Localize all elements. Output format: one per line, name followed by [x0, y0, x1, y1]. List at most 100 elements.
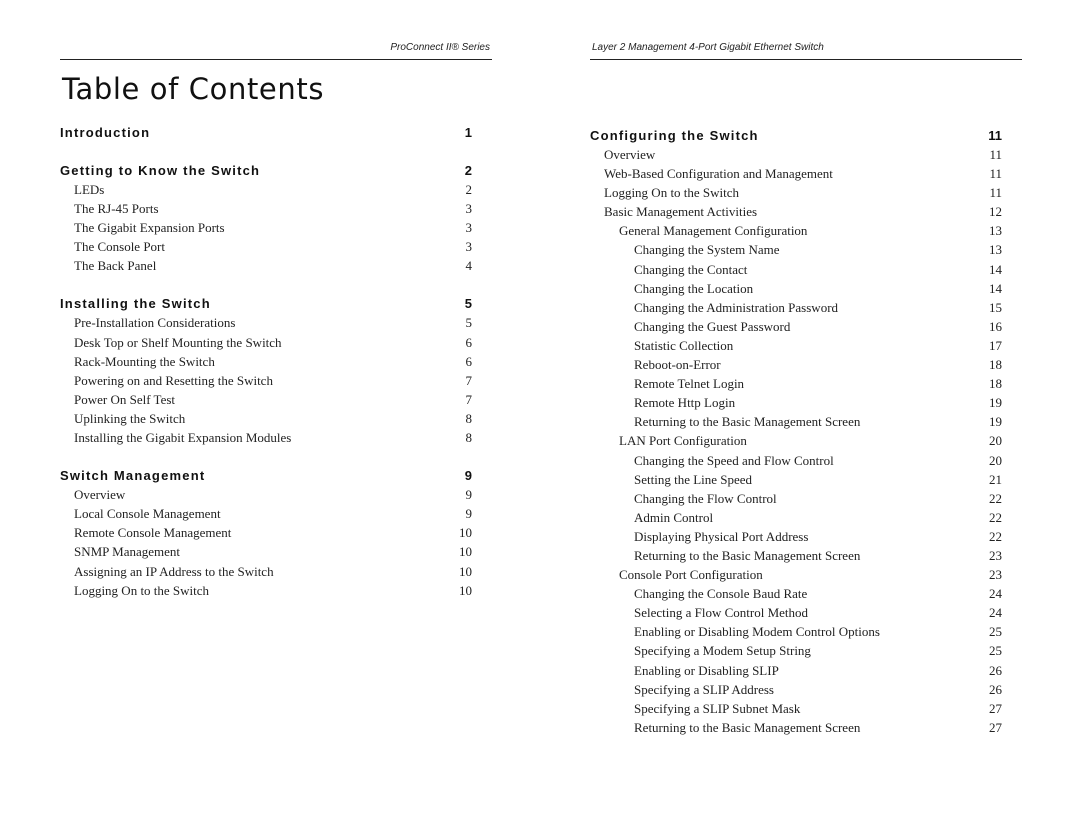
toc-entry[interactable]: Logging On to the Switch 10: [60, 583, 492, 602]
toc-entry-page-number: 16: [989, 318, 1002, 334]
toc-entry-label: Power On Self Test: [74, 391, 176, 407]
toc-entry[interactable]: The Gigabit Expansion Ports 3: [60, 220, 492, 239]
toc-entry[interactable]: Changing the Location 14: [590, 281, 1022, 300]
toc-entry[interactable]: Selecting a Flow Control Method 24: [590, 605, 1022, 624]
toc-entry-page-number: 27: [989, 719, 1002, 735]
toc-entry-page-number: 13: [989, 223, 1002, 239]
toc-entry[interactable]: Assigning an IP Address to the Switch 10: [60, 564, 492, 583]
toc-entry-label: Statistic Collection: [634, 337, 734, 353]
toc-section-title: Switch Management: [60, 468, 206, 484]
toc-entry[interactable]: Setting the Line Speed 21: [590, 472, 1022, 491]
toc-entry[interactable]: The Console Port 3: [60, 239, 492, 258]
toc-entry-label: Changing the Speed and Flow Control: [634, 452, 834, 468]
toc-entry-label: Reboot-on-Error: [634, 357, 721, 373]
toc-entry[interactable]: Enabling or Disabling Modem Control Opti…: [590, 624, 1022, 643]
toc-entry[interactable]: Admin Control 22: [590, 510, 1022, 529]
toc-section: Getting to Know the Switch 2 LEDs 2 The RJ-4…: [60, 163, 492, 277]
toc-entry[interactable]: Statistic Collection 17: [590, 338, 1022, 357]
toc-entry-label: Assigning an IP Address to the Switch: [74, 563, 274, 579]
toc-entry-page-number: 6: [465, 353, 473, 369]
toc-entry-label: The RJ-45 Ports: [74, 201, 159, 217]
toc-entry-label: Changing the Location: [634, 280, 754, 296]
toc-entry[interactable]: Rack-Mounting the Switch 6: [60, 354, 492, 373]
toc-section-heading[interactable]: Installing the Switch 5: [60, 296, 492, 315]
toc-entry[interactable]: Changing the Speed and Flow Control 20: [590, 453, 1022, 472]
toc-entry-page-number: 4: [465, 258, 473, 274]
toc-entry-page-number: 20: [989, 433, 1002, 449]
toc-entry[interactable]: Installing the Gigabit Expansion Modules…: [60, 430, 492, 449]
toc-entry-label: Admin Control: [634, 509, 714, 525]
toc-entry[interactable]: Returning to the Basic Management Screen…: [590, 720, 1022, 739]
toc-entry-page-number: 24: [989, 605, 1002, 621]
toc-entry[interactable]: Specifying a Modem Setup String 25: [590, 643, 1022, 662]
toc-entry[interactable]: The Back Panel 4: [60, 258, 492, 277]
toc-entry-label: The Gigabit Expansion Ports: [74, 220, 225, 236]
toc-entry-page-number: 12: [989, 204, 1002, 220]
toc-section-heading[interactable]: Introduction 1: [60, 125, 492, 144]
toc-section: Switch Management 9 Overview 9 Local Console…: [60, 468, 492, 602]
toc-section-title: Introduction: [60, 125, 151, 140]
toc-entry[interactable]: Powering on and Resetting the Switch 7: [60, 373, 492, 392]
toc-section-heading[interactable]: Switch Management 9: [60, 468, 492, 487]
toc-entry[interactable]: Changing the System Name 13: [590, 242, 1022, 261]
toc-section-title: Configuring the Switch: [590, 128, 759, 143]
toc-entry[interactable]: Power On Self Test 7: [60, 392, 492, 411]
toc-entry[interactable]: Displaying Physical Port Address 22: [590, 529, 1022, 548]
toc-entry[interactable]: Uplinking the Switch 8: [60, 411, 492, 430]
toc-entry[interactable]: Desk Top or Shelf Mounting the Switch 6: [60, 335, 492, 354]
toc-entry-label: Returning to the Basic Management Screen: [634, 719, 861, 735]
toc-entry[interactable]: Changing the Contact 14: [590, 262, 1022, 281]
toc-entry[interactable]: Changing the Flow Control 22: [590, 491, 1022, 510]
toc-entry[interactable]: Remote Http Login 19: [590, 395, 1022, 414]
toc-entry-label: Console Port Configuration: [619, 567, 763, 583]
toc-entry-label: Rack-Mounting the Switch: [74, 353, 215, 369]
toc-section-heading[interactable]: Configuring the Switch 11: [590, 128, 1022, 147]
toc-section: Introduction 1: [60, 125, 492, 144]
toc-section-page-number: 9: [464, 468, 472, 484]
toc-entry-label: Returning to the Basic Management Screen: [634, 547, 861, 563]
toc-entry-label: Pre-Installation Considerations: [74, 315, 236, 331]
toc-entry[interactable]: LEDs 2: [60, 182, 492, 201]
toc-entry-page-number: 11: [989, 147, 1002, 162]
toc-entry[interactable]: General Management Configuration 13: [590, 223, 1022, 242]
toc-entry[interactable]: Local Console Management 9: [60, 506, 492, 525]
toc-entry[interactable]: Web-Based Configuration and Management 11: [590, 166, 1022, 185]
toc-entry-label: Changing the Flow Control: [634, 490, 777, 506]
toc-section-page-number: 2: [464, 163, 472, 178]
toc-entry-page-number: 9: [465, 506, 473, 522]
toc-entry[interactable]: Overview 9: [60, 487, 492, 506]
toc-entry-page-number: 6: [465, 334, 473, 350]
toc-entry[interactable]: Remote Telnet Login 18: [590, 376, 1022, 395]
toc-entry[interactable]: Basic Management Activities 12: [590, 204, 1022, 223]
toc-entry-label: General Management Configuration: [619, 223, 808, 239]
toc-entry[interactable]: Overview 11: [590, 147, 1022, 166]
toc-entry-page-number: 8: [465, 410, 473, 426]
toc-entry[interactable]: Returning to the Basic Management Screen…: [590, 414, 1022, 433]
toc-entry[interactable]: Specifying a SLIP Address 26: [590, 682, 1022, 701]
page-title: Table of Contents: [62, 72, 325, 106]
toc-entry[interactable]: Returning to the Basic Management Screen…: [590, 548, 1022, 567]
toc-entry-label: Selecting a Flow Control Method: [634, 605, 809, 621]
toc-entry[interactable]: Specifying a SLIP Subnet Mask 27: [590, 701, 1022, 720]
toc-entry-page-number: 11: [989, 185, 1002, 201]
toc-entry[interactable]: Changing the Guest Password 16: [590, 319, 1022, 338]
toc-entry-label: The Back Panel: [74, 258, 157, 274]
toc-entry-label: Changing the Guest Password: [634, 318, 791, 334]
toc-entry[interactable]: Changing the Console Baud Rate 24: [590, 586, 1022, 605]
toc-entry-page-number: 2: [465, 182, 473, 197]
toc-entry[interactable]: Console Port Configuration 23: [590, 567, 1022, 586]
toc-entry-label: Changing the System Name: [634, 242, 780, 258]
toc-entry[interactable]: Reboot-on-Error 18: [590, 357, 1022, 376]
toc-entry[interactable]: Logging On to the Switch 11: [590, 185, 1022, 204]
toc-entry[interactable]: SNMP Management 10: [60, 544, 492, 563]
toc-entry[interactable]: Pre-Installation Considerations 5: [60, 315, 492, 334]
toc-entry-page-number: 19: [989, 395, 1002, 411]
toc-entry-page-number: 17: [989, 337, 1002, 353]
toc-entry-page-number: 26: [989, 681, 1002, 697]
toc-section-heading[interactable]: Getting to Know the Switch 2: [60, 163, 492, 182]
toc-entry[interactable]: Enabling or Disabling SLIP 26: [590, 663, 1022, 682]
toc-entry[interactable]: Changing the Administration Password 15: [590, 300, 1022, 319]
toc-entry[interactable]: LAN Port Configuration 20: [590, 433, 1022, 452]
toc-entry[interactable]: The RJ-45 Ports 3: [60, 201, 492, 220]
toc-entry[interactable]: Remote Console Management 10: [60, 525, 492, 544]
